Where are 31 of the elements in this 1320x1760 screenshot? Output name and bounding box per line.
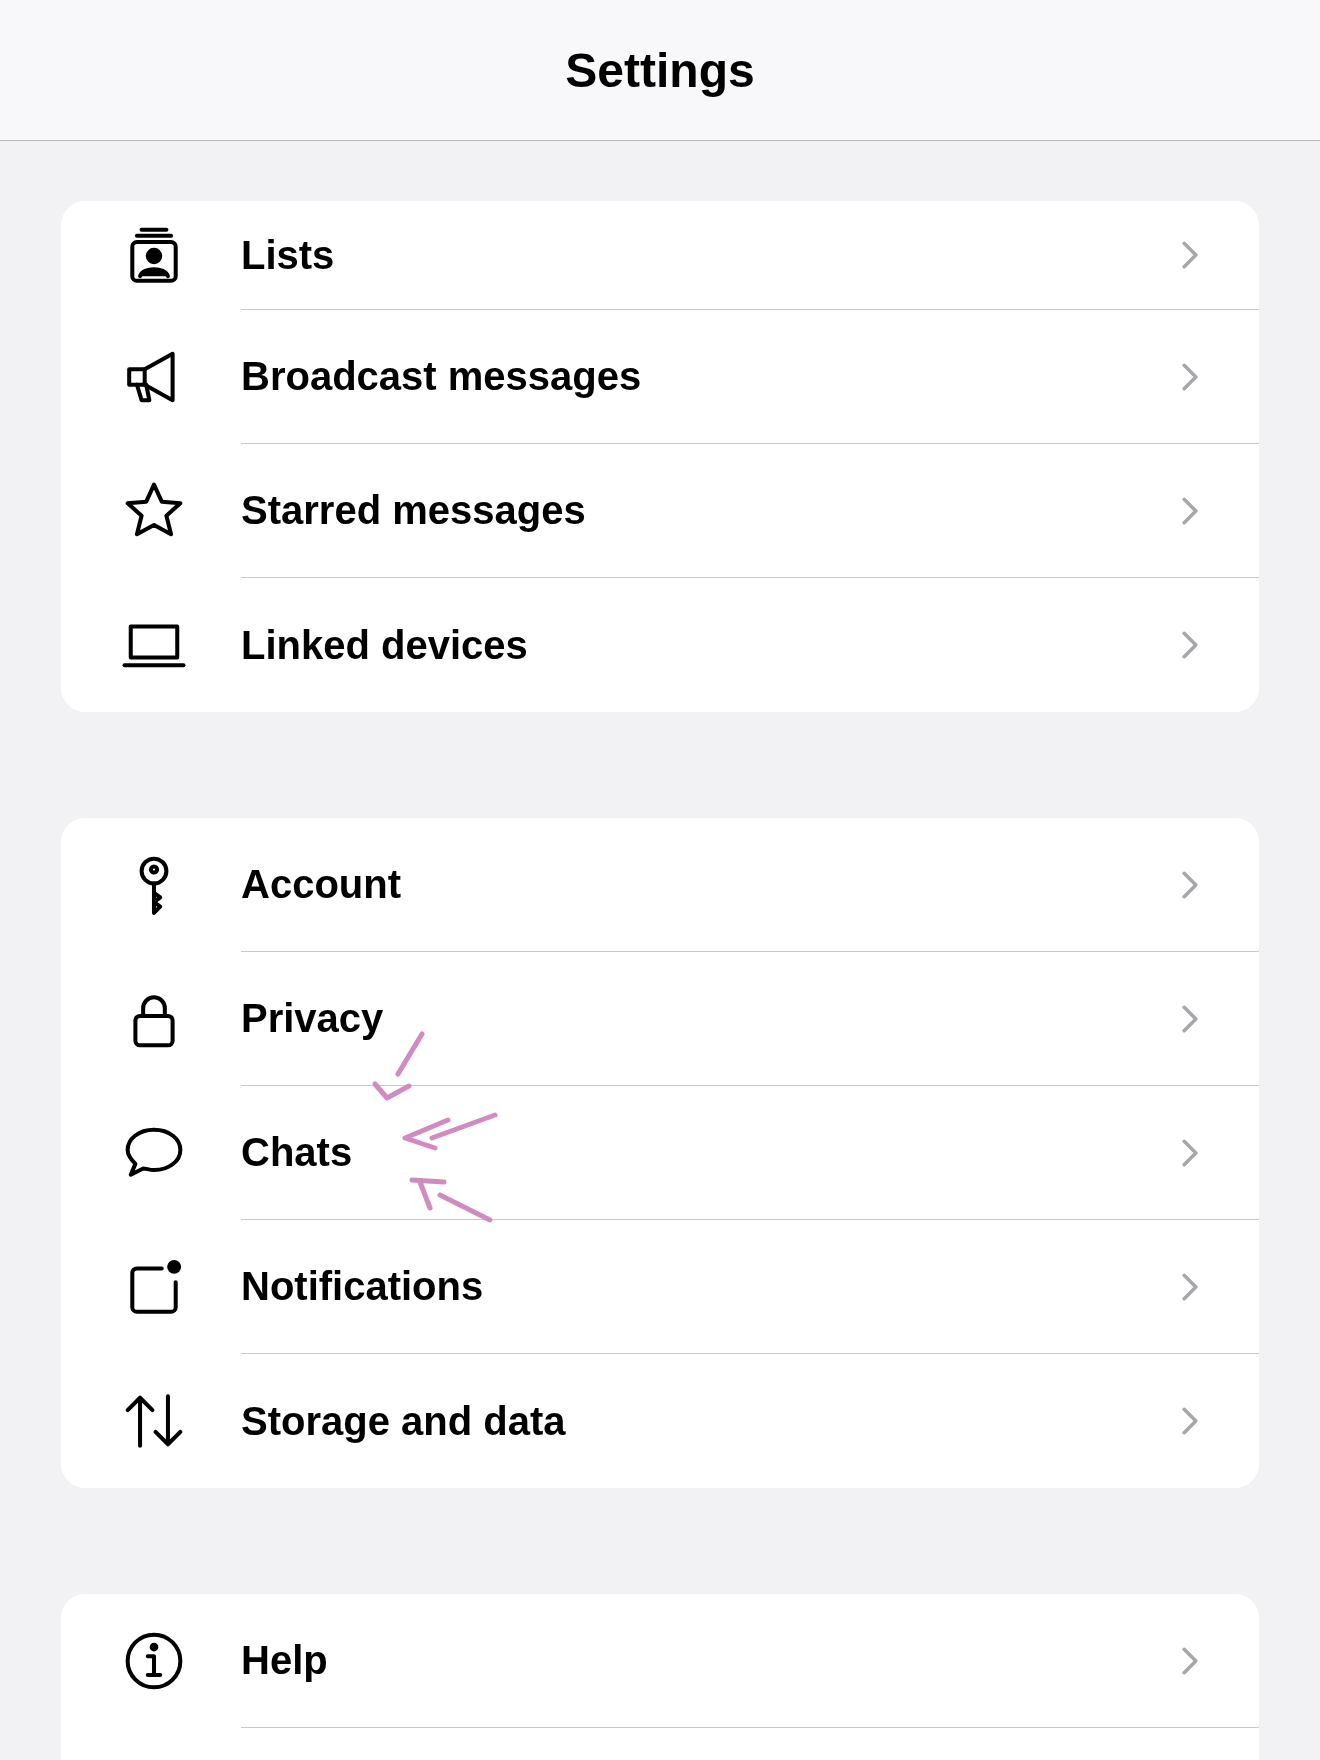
settings-item[interactable]: Linked devices <box>61 578 1259 712</box>
chevron-icon <box>1181 870 1199 899</box>
settings-item[interactable]: Notifications <box>61 1220 1259 1354</box>
item-label: Help <box>241 1638 329 1683</box>
chevron-icon <box>1181 241 1199 269</box>
item-label: Broadcast messages <box>241 354 643 399</box>
item-label: Lists <box>241 232 336 278</box>
chevron-icon <box>1181 362 1199 391</box>
settings-item[interactable]: Broadcast messages <box>61 310 1259 444</box>
page-title: Settings <box>565 42 755 98</box>
settings-item[interactable]: Starred messages <box>61 444 1259 578</box>
item-label: Notifications <box>241 1264 485 1309</box>
chevron-icon <box>1181 1272 1199 1301</box>
chevron-icon <box>1181 631 1199 659</box>
chevron-icon <box>1181 1004 1199 1033</box>
settings-item[interactable]: Lists <box>61 201 1259 310</box>
chevron-icon <box>1181 1138 1199 1167</box>
settings-item[interactable]: Storage and data <box>61 1354 1259 1488</box>
settings-item[interactable]: Account <box>61 818 1259 952</box>
chevron-icon <box>1181 1646 1199 1675</box>
item-label: Chats <box>241 1130 354 1175</box>
item-label: Privacy <box>241 996 385 1041</box>
item-label: Storage and data <box>241 1398 567 1444</box>
item-label: Account <box>241 862 402 907</box>
chevron-icon <box>1181 496 1199 525</box>
settings-item[interactable]: Chats <box>61 1086 1259 1220</box>
settings-item[interactable]: Help <box>61 1594 1259 1728</box>
settings-item[interactable]: Privacy <box>61 952 1259 1086</box>
item-label: Linked devices <box>241 622 529 668</box>
item-label: Starred messages <box>241 488 587 533</box>
chevron-icon <box>1181 1407 1199 1435</box>
